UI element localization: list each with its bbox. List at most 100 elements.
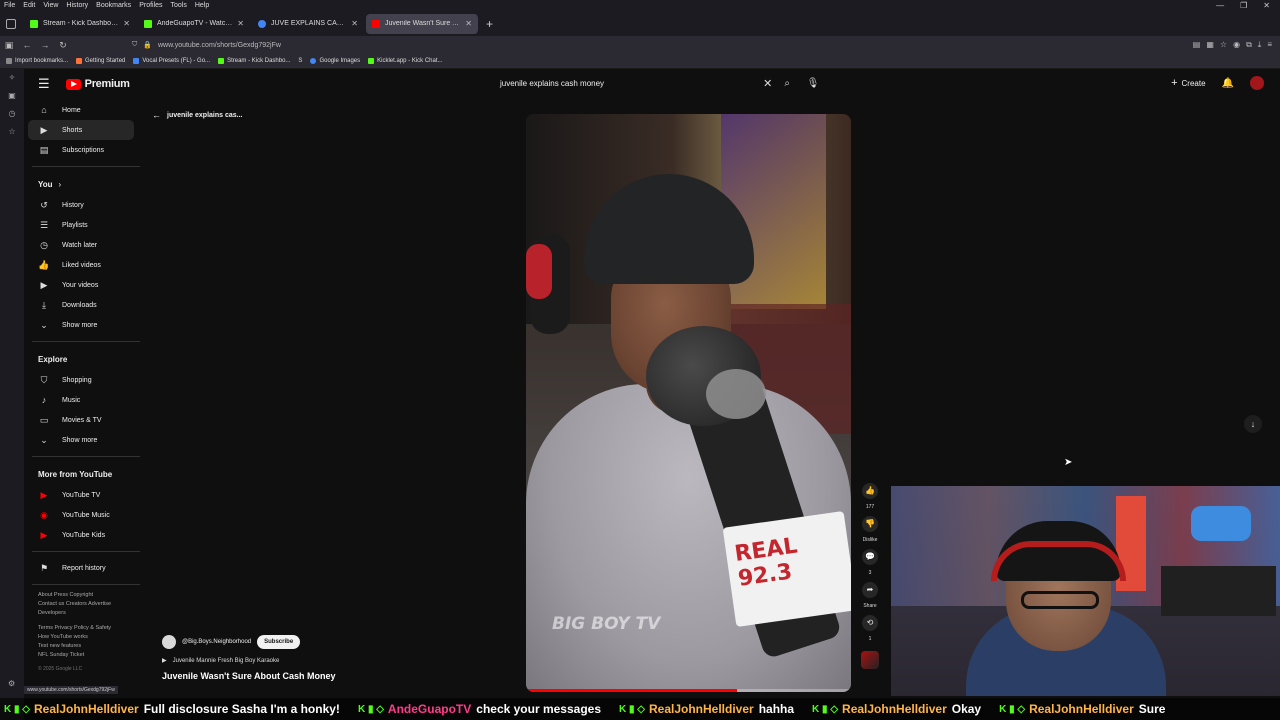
sidebar-item-youtube-music[interactable]: ◉ YouTube Music — [28, 505, 134, 525]
footer-line[interactable]: About Press Copyright — [38, 591, 148, 600]
maximize-icon[interactable]: ❐ — [1240, 1, 1247, 10]
next-short-arrow-down-icon[interactable]: ↓ — [1244, 415, 1262, 433]
tab-juvenile-short[interactable]: Juvenile Wasn't Sure About Cash Money ✕ — [366, 13, 478, 34]
sidebar-item-subscriptions[interactable]: ▤ Subscriptions — [28, 140, 134, 160]
back-icon[interactable]: ← — [18, 40, 36, 50]
bookmark-star-icon[interactable]: ☆ — [1220, 40, 1227, 50]
sidebar-item-playlists[interactable]: ☰ Playlists — [28, 215, 134, 235]
menu-bookmarks[interactable]: Bookmarks — [92, 0, 135, 11]
footer-line[interactable]: Terms Privacy Policy & Safety — [38, 624, 148, 633]
gear-icon[interactable]: ⚙ — [8, 679, 15, 688]
channel-name[interactable]: @Big.Boys.Neighborhood — [182, 639, 251, 645]
notifications-bell-icon[interactable]: 🔔 — [1222, 78, 1234, 89]
bookmark-import[interactable]: Import bookmarks... — [6, 58, 68, 64]
channel-avatar[interactable] — [162, 635, 176, 649]
sidebar-toggle-icon[interactable] — [6, 18, 16, 29]
share-label: Share — [863, 603, 877, 609]
close-tab-icon[interactable]: ✕ — [351, 19, 358, 28]
sidebar-item-report-history[interactable]: ⚑ Report history — [28, 558, 134, 578]
bookmark-s[interactable]: S — [298, 58, 302, 64]
search-icon[interactable]: ⌕ — [784, 78, 790, 89]
sidebar-item-shopping[interactable]: ⛉ Shopping — [28, 370, 134, 390]
footer-line[interactable]: Test new features — [38, 642, 148, 651]
subscribe-button[interactable]: Subscribe — [257, 635, 301, 649]
menu-view[interactable]: View — [39, 0, 62, 11]
extensions-icon[interactable]: ⧉ — [1246, 40, 1252, 50]
sidebar-item-movies-tv[interactable]: ▭ Movies & TV — [28, 410, 134, 430]
new-tab-icon[interactable]: + — [486, 17, 493, 31]
synced-tabs-icon[interactable]: ▣ — [0, 87, 24, 105]
remix-icon[interactable]: ⟲ — [862, 615, 878, 631]
footer-line[interactable]: Developers — [38, 609, 148, 618]
close-tab-icon[interactable]: ✕ — [237, 19, 244, 28]
sidebar-item-youtube-kids[interactable]: ▶ YouTube Kids — [28, 525, 134, 545]
menu-edit[interactable]: Edit — [19, 0, 39, 11]
bookmark-google-images[interactable]: Google Images — [310, 58, 360, 64]
sidebar-icon[interactable]: ▣ — [0, 40, 18, 51]
sidebar-item-label: YouTube TV — [62, 491, 101, 499]
search-box[interactable]: juvenile explains cash money ✕ ⌕ — [500, 74, 790, 92]
bookmark-getting-started[interactable]: Getting Started — [76, 58, 125, 64]
sound-thumbnail[interactable] — [861, 651, 879, 669]
sidebar-item-watch-later[interactable]: ◷ Watch later — [28, 235, 134, 255]
comment-icon[interactable]: 💬 — [862, 549, 878, 565]
sidebar-item-show-more[interactable]: ⌄ Show more — [28, 315, 134, 335]
menu-profiles[interactable]: Profiles — [135, 0, 166, 11]
forward-icon[interactable]: → — [36, 40, 54, 50]
reader-icon[interactable]: ▤ — [1193, 40, 1201, 50]
footer-line[interactable]: How YouTube works — [38, 633, 148, 642]
ai-chat-icon[interactable]: ✧ — [0, 69, 24, 87]
search-input[interactable]: juvenile explains cash money — [500, 79, 763, 88]
menu-history[interactable]: History — [62, 0, 92, 11]
tab-andeguapo-vod[interactable]: AndeGuapoTV - Watch the VOD ✕ — [138, 14, 250, 34]
youtube-premium-logo[interactable]: Premium — [65, 78, 130, 90]
dislike-icon[interactable]: 👎 — [862, 516, 878, 532]
reload-icon[interactable]: ↻ — [54, 40, 72, 51]
menu-tools[interactable]: Tools — [167, 0, 191, 11]
footer-line[interactable]: Contact us Creators Advertise — [38, 600, 148, 609]
back-to-search[interactable]: ← juvenile explains cas... — [152, 110, 242, 120]
sidebar-item-home[interactable]: ⌂ Home — [28, 100, 134, 120]
account-icon[interactable]: ◉ — [1233, 40, 1240, 50]
sidebar-item-shorts[interactable]: ▶ Shorts — [28, 120, 134, 140]
voice-search-icon[interactable]: 🎙 — [804, 75, 822, 93]
sidebar-item-your-videos[interactable]: ▶ Your videos — [28, 275, 134, 295]
menu-icon[interactable]: ≡ — [1267, 40, 1272, 50]
like-icon[interactable]: 👍 — [862, 483, 878, 499]
tab-juve-explains[interactable]: JUVE EXPLAINS CASH MONEY ✕ — [252, 14, 364, 34]
url-bar[interactable]: ⛉ 🔒 www.youtube.com/shorts/Gexdg792jFw — [132, 41, 281, 49]
share-icon[interactable]: ➦ — [862, 582, 878, 598]
sidebar-item-downloads[interactable]: ⤓ Downloads — [28, 295, 134, 315]
account-avatar[interactable] — [1250, 76, 1264, 90]
downloads-icon[interactable]: ⤓ — [1258, 40, 1262, 50]
bookmark-kicklet[interactable]: Kicklet.app - Kick Chat... — [368, 58, 443, 64]
url-text[interactable]: www.youtube.com/shorts/Gexdg792jFw — [158, 42, 281, 49]
shorts-video-player[interactable]: REAL 92.3 BIG BOY TV — [526, 114, 851, 692]
you-heading[interactable]: You › — [24, 173, 148, 195]
footer-links[interactable]: About Press Copyright Contact us Creator… — [24, 591, 148, 660]
sidebar-item-explore-show-more[interactable]: ⌄ Show more — [28, 430, 134, 450]
menu-help[interactable]: Help — [191, 0, 213, 11]
music-row[interactable]: ▶ Juvenile Mannie Fresh Big Boy Karaoke — [162, 657, 279, 665]
video-progress-bar[interactable] — [526, 689, 851, 692]
clear-search-icon[interactable]: ✕ — [763, 77, 772, 90]
app-menubar: File Edit View History Bookmarks Profile… — [0, 0, 1280, 11]
minimize-icon[interactable]: — — [1216, 1, 1224, 10]
close-window-icon[interactable]: ✕ — [1263, 1, 1270, 10]
menu-file[interactable]: File — [0, 0, 19, 11]
bookmark-kick-dashboard[interactable]: Stream - Kick Dashbo... — [218, 58, 290, 64]
sidebar-item-liked-videos[interactable]: 👍 Liked videos — [28, 255, 134, 275]
close-tab-icon[interactable]: ✕ — [465, 19, 472, 28]
sidebar-item-history[interactable]: ↺ History — [28, 195, 134, 215]
screenshot-icon[interactable]: ▦ — [1206, 40, 1214, 50]
sidebar-item-youtube-tv[interactable]: ▶ YouTube TV — [28, 485, 134, 505]
bookmarks-icon[interactable]: ☆ — [0, 123, 24, 141]
close-tab-icon[interactable]: ✕ — [123, 19, 130, 28]
bookmark-vocal-presets[interactable]: Vocal Presets (FL) - Go... — [133, 58, 210, 64]
tab-kick-dashboard[interactable]: Stream - Kick Dashboard ✕ — [24, 14, 136, 34]
footer-line[interactable]: NFL Sunday Ticket — [38, 651, 148, 660]
guide-menu-icon[interactable]: ☰ — [38, 76, 50, 92]
sidebar-item-music[interactable]: ♪ Music — [28, 390, 134, 410]
create-button[interactable]: + Create — [1171, 77, 1205, 89]
history-icon[interactable]: ◷ — [0, 105, 24, 123]
